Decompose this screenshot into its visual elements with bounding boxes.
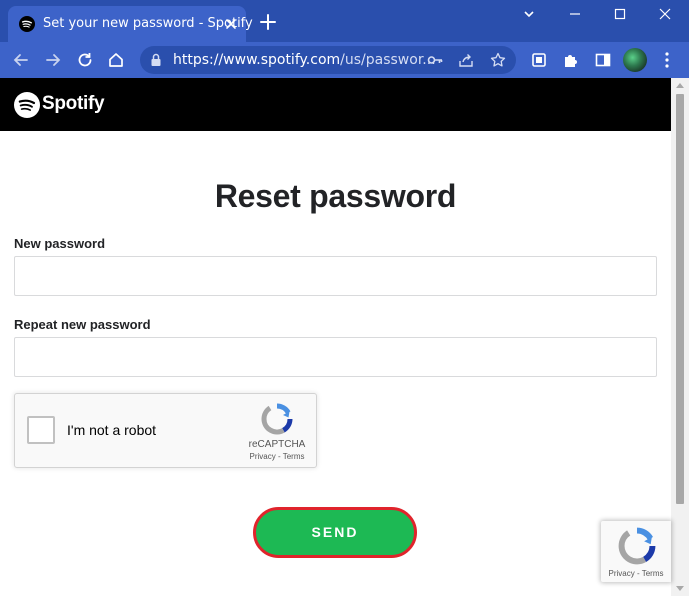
- bookmark-star-icon[interactable]: [490, 52, 506, 68]
- scrollbar-thumb[interactable]: [676, 94, 684, 504]
- spotify-logo-wordmark[interactable]: Spotify: [42, 93, 105, 115]
- repeat-password-input[interactable]: [14, 337, 657, 377]
- browser-tab[interactable]: Set your new password - Spotify: [8, 6, 253, 42]
- extensions-puzzle-icon[interactable]: [562, 51, 580, 69]
- chevron-down-icon[interactable]: [521, 6, 537, 22]
- page-title: Reset password: [214, 178, 457, 214]
- recaptcha-widget: I'm not a robot reCAPTCHA Privacy - Term…: [14, 393, 317, 468]
- profile-avatar[interactable]: [623, 48, 647, 72]
- repeat-password-label: Repeat new password: [14, 317, 151, 332]
- recaptcha-badge: Privacy - Terms: [601, 521, 671, 582]
- extension-chip-icon[interactable]: [530, 51, 548, 69]
- new-password-label: New password: [14, 236, 106, 251]
- recaptcha-checkbox[interactable]: [27, 416, 55, 444]
- menu-dots-icon[interactable]: [664, 51, 670, 69]
- share-icon[interactable]: [458, 52, 474, 68]
- spotify-logo-icon[interactable]: [14, 92, 40, 118]
- spotify-favicon-icon: [19, 16, 35, 32]
- browser-toolbar: https://www.spotify.com/us/passwor...: [0, 42, 689, 78]
- recaptcha-brand: reCAPTCHA: [248, 439, 306, 450]
- send-button[interactable]: SEND: [253, 507, 417, 558]
- page-scrollbar[interactable]: [671, 78, 689, 596]
- close-tab-icon[interactable]: [224, 17, 238, 31]
- tab-title: Set your new password - Spotify: [43, 16, 253, 31]
- recaptcha-label: I'm not a robot: [67, 422, 157, 438]
- recaptcha-privacy-terms-links[interactable]: Privacy - Terms: [241, 452, 313, 461]
- address-bar[interactable]: https://www.spotify.com/us/passwor...: [140, 46, 516, 74]
- home-icon[interactable]: [107, 51, 125, 69]
- browser-titlebar: Set your new password - Spotify: [0, 0, 689, 42]
- minimize-icon[interactable]: [567, 6, 583, 22]
- lock-icon[interactable]: [150, 53, 162, 67]
- side-panel-icon[interactable]: [594, 51, 612, 69]
- recaptcha-badge-logo-icon: [618, 527, 656, 565]
- url-text: https://www.spotify.com/us/passwor...: [173, 52, 436, 68]
- reload-icon[interactable]: [76, 51, 94, 69]
- maximize-icon[interactable]: [612, 6, 628, 22]
- back-arrow-icon[interactable]: [12, 51, 30, 69]
- key-icon[interactable]: [427, 52, 443, 68]
- scroll-up-icon[interactable]: [676, 82, 684, 88]
- forward-arrow-icon[interactable]: [44, 51, 62, 69]
- close-window-icon[interactable]: [657, 6, 673, 22]
- new-password-input[interactable]: [14, 256, 657, 296]
- recaptcha-logo-icon: [261, 403, 293, 435]
- spotify-header: Spotify: [0, 78, 671, 131]
- scroll-down-icon[interactable]: [676, 586, 684, 592]
- recaptcha-badge-links[interactable]: Privacy - Terms: [601, 569, 671, 578]
- new-tab-icon[interactable]: [260, 14, 276, 30]
